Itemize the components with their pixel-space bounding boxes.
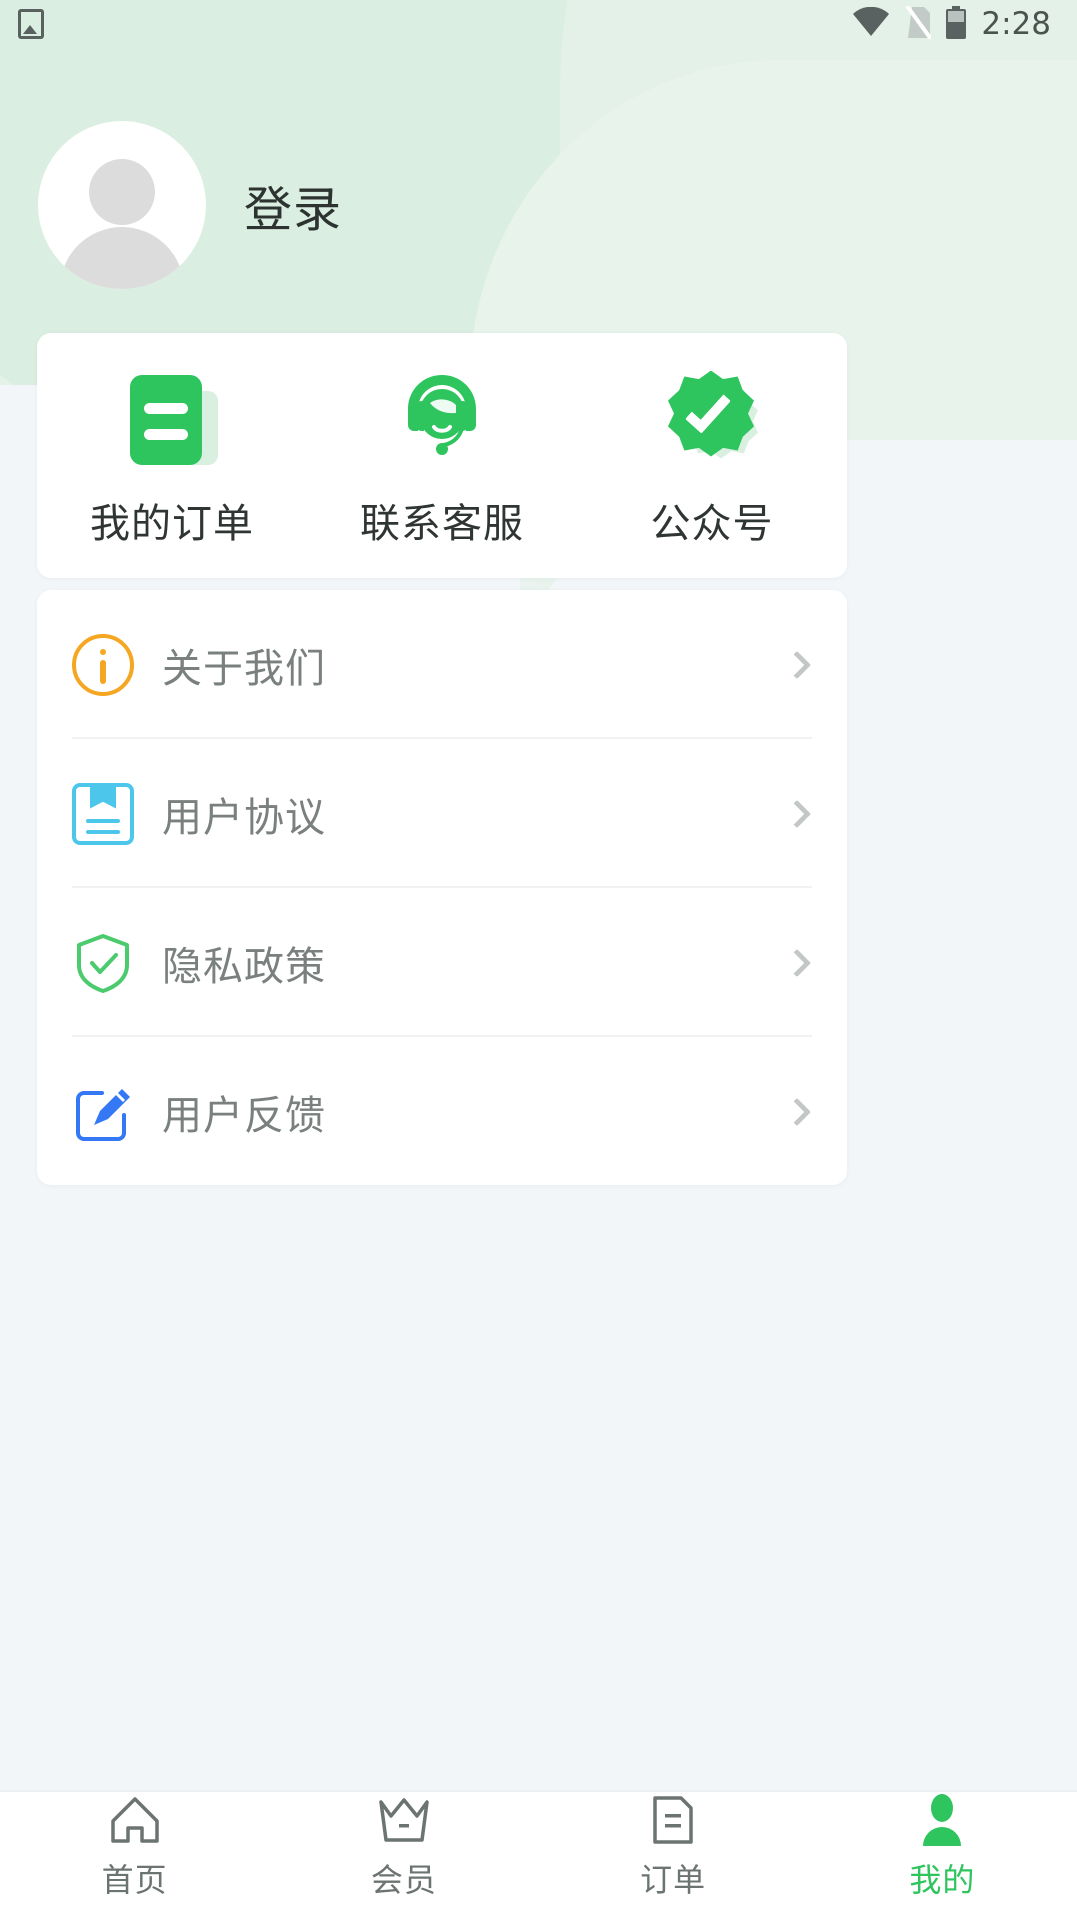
chevron-right-icon	[782, 650, 812, 679]
customer-service-headset-icon	[394, 369, 490, 465]
order-icon-line-1	[144, 402, 188, 414]
book-line-1	[86, 818, 120, 823]
menu-item-label: 关于我们	[162, 645, 326, 692]
order-icon-front-sheet	[130, 374, 202, 465]
order-document-icon	[124, 369, 220, 465]
status-bar-clock: 2:28	[981, 6, 1051, 42]
profile-header[interactable]: 登录	[0, 105, 1077, 305]
menu-item-privacy-policy[interactable]: 隐私政策	[37, 888, 847, 1037]
info-icon-stem	[100, 659, 106, 684]
verified-badge-icon	[664, 369, 760, 465]
edit-pencil-icon	[72, 1081, 134, 1143]
quick-actions-row: 我的订单 联系客服 公众号	[37, 333, 847, 578]
info-circle-icon	[72, 633, 134, 696]
tab-label: 会员	[370, 1861, 437, 1899]
status-bar: 2:28	[0, 0, 1077, 48]
tab-home[interactable]: 首页	[0, 1792, 269, 1917]
login-label[interactable]: 登录	[244, 170, 342, 240]
no-sim-icon	[904, 4, 933, 43]
chevron-right-icon	[782, 799, 812, 828]
quick-action-my-orders[interactable]: 我的订单	[37, 363, 307, 549]
home-icon	[107, 1794, 163, 1846]
menu-item-label: 用户协议	[162, 794, 326, 841]
bottom-tab-bar: 首页 会员 订单 我的	[0, 1790, 1077, 1917]
quick-action-label: 联系客服	[360, 500, 524, 547]
menu-item-label: 用户反馈	[162, 1092, 326, 1139]
default-avatar-icon[interactable]	[38, 121, 206, 289]
tab-orders[interactable]: 订单	[539, 1792, 808, 1917]
tab-label: 我的	[909, 1861, 976, 1899]
menu-item-label: 隐私政策	[162, 943, 326, 990]
order-icon-line-2	[144, 428, 188, 440]
avatar-body-shape	[60, 227, 184, 289]
book-line-2	[86, 829, 120, 834]
wifi-icon	[852, 6, 890, 41]
avatar-head-shape	[89, 159, 155, 225]
chevron-right-icon	[782, 1097, 812, 1126]
status-bar-left	[18, 9, 44, 39]
crown-icon	[376, 1794, 432, 1846]
status-bar-right: 2:28	[852, 4, 1051, 43]
menu-item-user-agreement[interactable]: 用户协议	[37, 739, 847, 888]
tab-profile[interactable]: 我的	[808, 1792, 1077, 1917]
battery-icon	[945, 5, 967, 43]
tab-label: 首页	[101, 1861, 168, 1899]
menu-item-user-feedback[interactable]: 用户反馈	[37, 1037, 847, 1186]
agreement-book-icon	[72, 782, 134, 845]
order-list-icon	[645, 1794, 701, 1846]
image-icon	[18, 9, 44, 39]
tab-label: 订单	[640, 1861, 707, 1899]
info-icon-dot	[100, 648, 106, 655]
app-screen: 2:28 登录 我的订单 联系客服 公众号 关于我们 用户协议 隐私政策 用户反…	[0, 0, 1077, 1917]
book-bookmark-shape	[90, 784, 116, 809]
quick-action-label: 公众号	[650, 500, 774, 547]
quick-actions-card: 我的订单 联系客服 公众号	[37, 333, 847, 578]
tab-member[interactable]: 会员	[269, 1792, 538, 1917]
person-icon	[914, 1794, 970, 1846]
quick-action-contact-service[interactable]: 联系客服	[307, 363, 577, 549]
settings-menu-card: 关于我们 用户协议 隐私政策 用户反馈	[37, 590, 847, 1185]
menu-item-about-us[interactable]: 关于我们	[37, 590, 847, 739]
shield-check-icon	[72, 932, 134, 994]
quick-action-label: 我的订单	[90, 500, 254, 547]
chevron-right-icon	[782, 948, 812, 977]
quick-action-official-account[interactable]: 公众号	[577, 363, 847, 549]
